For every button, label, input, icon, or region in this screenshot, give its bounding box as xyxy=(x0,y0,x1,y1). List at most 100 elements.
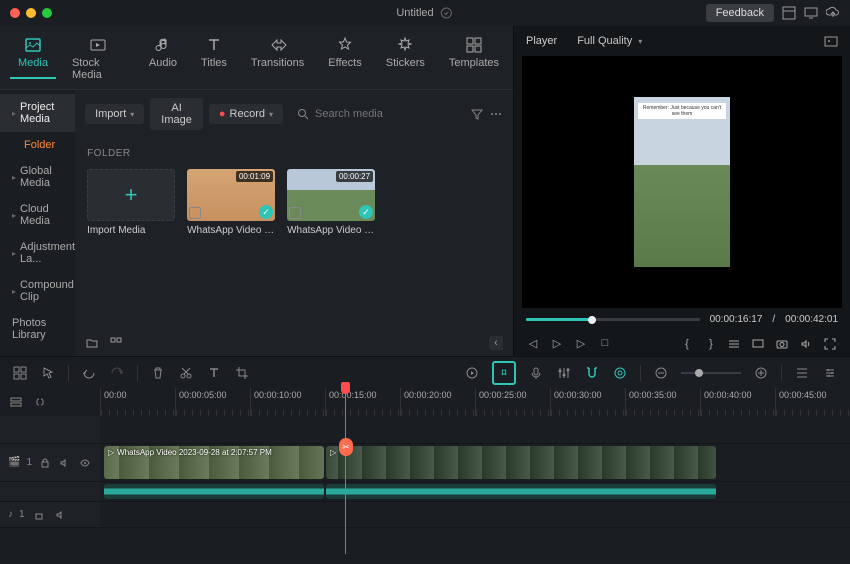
maximize-window[interactable] xyxy=(42,8,52,18)
filter-icon[interactable] xyxy=(471,107,483,121)
tab-label: Stock Media xyxy=(72,57,125,81)
cloud-upload-icon[interactable] xyxy=(826,6,840,20)
visibility-icon[interactable] xyxy=(78,455,92,471)
sidebar-item-label: Project Media xyxy=(20,101,63,125)
sidebar-item-photos-library[interactable]: Photos Library xyxy=(0,310,75,348)
video-clip[interactable]: ▷ xyxy=(326,446,716,479)
ruler-tick: 00:00:40:00 xyxy=(700,388,775,416)
ruler-tick: 00:00:20:00 xyxy=(400,388,475,416)
ai-image-button[interactable]: AI Image xyxy=(150,98,203,130)
titles-icon xyxy=(205,36,223,54)
link-tracks-icon[interactable] xyxy=(32,394,48,410)
quality-selector[interactable]: Full Quality ▾ xyxy=(577,35,642,47)
more-icon[interactable] xyxy=(489,107,503,121)
media-item[interactable]: 00:00:27 ✓ WhatsApp Video 202... xyxy=(287,169,375,236)
lock-icon[interactable] xyxy=(31,507,47,523)
pointer-icon[interactable] xyxy=(40,365,56,381)
zoom-slider[interactable] xyxy=(681,372,741,374)
list-icon[interactable] xyxy=(794,365,810,381)
sidebar-item-adjustment-layer[interactable]: ▸Adjustment La... xyxy=(0,234,75,272)
zoom-in-button[interactable] xyxy=(753,365,769,381)
tab-audio[interactable]: Audio xyxy=(141,32,185,77)
search-input[interactable] xyxy=(315,108,457,120)
cut-icon[interactable] xyxy=(178,365,194,381)
play-button[interactable]: ▷ xyxy=(550,337,564,350)
traffic-lights xyxy=(10,8,52,18)
import-button[interactable]: Import▾ xyxy=(85,104,144,124)
layout-icon[interactable] xyxy=(782,6,796,20)
grid-icon[interactable] xyxy=(109,336,123,350)
redo-button[interactable] xyxy=(109,365,125,381)
duration-badge: 00:01:09 xyxy=(236,171,273,182)
preview-viewport[interactable]: Remember: Just because you can't see the… xyxy=(522,56,842,308)
tab-stickers[interactable]: Stickers xyxy=(378,32,433,77)
tab-templates[interactable]: Templates xyxy=(441,32,507,77)
audio-track-icon: ♪ xyxy=(8,509,13,520)
media-toolbar: Import▾ AI Image ●Record▾ xyxy=(75,90,513,138)
folder-icon[interactable] xyxy=(85,336,99,350)
mixer-icon[interactable] xyxy=(556,365,572,381)
tab-media[interactable]: Media xyxy=(10,32,56,79)
volume-icon[interactable] xyxy=(800,338,814,350)
prev-frame-button[interactable]: ◁ xyxy=(526,337,540,350)
playhead[interactable] xyxy=(345,382,346,554)
feedback-button[interactable]: Feedback xyxy=(706,4,774,22)
link-icon[interactable] xyxy=(612,365,628,381)
crop-icon[interactable] xyxy=(234,365,250,381)
minimize-window[interactable] xyxy=(26,8,36,18)
cut-marker[interactable]: ✂ xyxy=(339,438,353,456)
sidebar-item-global-media[interactable]: ▸Global Media xyxy=(0,158,75,196)
tab-label: Stickers xyxy=(386,57,425,69)
tab-stock-media[interactable]: Stock Media xyxy=(64,32,133,89)
sidebar-item-project-media[interactable]: ▸Project Media xyxy=(0,94,75,132)
check-icon: ✓ xyxy=(359,205,373,219)
clip-label: WhatsApp Video 2023-09-28 at 2:07:57 PM xyxy=(117,448,272,457)
sidebar-item-cloud-media[interactable]: ▸Cloud Media xyxy=(0,196,75,234)
media-thumbnails: + Import Media 00:01:09 ✓ WhatsApp Video… xyxy=(75,165,513,240)
player-scrubber[interactable] xyxy=(526,318,700,321)
timeline-ruler[interactable]: 00:00 00:00:05:00 00:00:10:00 00:00:15:0… xyxy=(100,388,850,416)
detach-icon[interactable] xyxy=(752,338,766,350)
close-window[interactable] xyxy=(10,8,20,18)
lock-icon[interactable] xyxy=(38,455,52,471)
zoom-out-button[interactable] xyxy=(653,365,669,381)
mute-icon[interactable] xyxy=(58,455,72,471)
tab-titles[interactable]: Titles xyxy=(193,32,235,77)
text-icon[interactable] xyxy=(206,365,222,381)
monitor-icon[interactable] xyxy=(804,6,818,20)
audio-clip[interactable] xyxy=(104,484,324,499)
tab-transitions[interactable]: Transitions xyxy=(243,32,312,77)
mark-out-button[interactable]: } xyxy=(704,338,718,350)
video-clip[interactable]: ▷WhatsApp Video 2023-09-28 at 2:07:57 PM xyxy=(104,446,324,479)
mark-in-button[interactable]: { xyxy=(680,338,694,350)
collapse-icon[interactable]: ‹ xyxy=(489,336,503,350)
document-title: Untitled xyxy=(396,7,433,19)
next-frame-button[interactable]: ▷ xyxy=(574,337,588,350)
video-track-body[interactable]: ▷WhatsApp Video 2023-09-28 at 2:07:57 PM… xyxy=(100,444,850,481)
stop-button[interactable]: □ xyxy=(598,337,612,350)
mic-icon[interactable] xyxy=(528,365,544,381)
audio-clip[interactable] xyxy=(326,484,716,499)
tracks-icon[interactable] xyxy=(8,394,24,410)
time-sep: / xyxy=(772,314,775,325)
sidebar-item-compound-clip[interactable]: ▸Compound Clip xyxy=(0,272,75,310)
settings-icon[interactable] xyxy=(728,338,742,350)
render-icon[interactable] xyxy=(464,365,480,381)
media-item[interactable]: 00:01:09 ✓ WhatsApp Video 202... xyxy=(187,169,275,236)
sidebar-item-folder[interactable]: Folder xyxy=(0,132,75,158)
delete-button[interactable] xyxy=(150,365,166,381)
magnetic-icon[interactable] xyxy=(584,365,600,381)
fullscreen-icon[interactable] xyxy=(824,338,838,350)
undo-button[interactable] xyxy=(81,365,97,381)
layout-icon[interactable] xyxy=(12,365,28,381)
import-media-tile[interactable]: + Import Media xyxy=(87,169,175,236)
record-button[interactable]: ●Record▾ xyxy=(209,104,283,124)
settings-icon[interactable] xyxy=(822,365,838,381)
snapshot-icon[interactable] xyxy=(824,34,838,48)
ruler-tick: 00:00:45:00 xyxy=(775,388,850,416)
tab-effects[interactable]: Effects xyxy=(320,32,369,77)
camera-icon[interactable] xyxy=(776,338,790,350)
audio-track-body[interactable] xyxy=(100,482,850,501)
mute-icon[interactable] xyxy=(53,507,69,523)
marker-button[interactable] xyxy=(492,361,516,385)
